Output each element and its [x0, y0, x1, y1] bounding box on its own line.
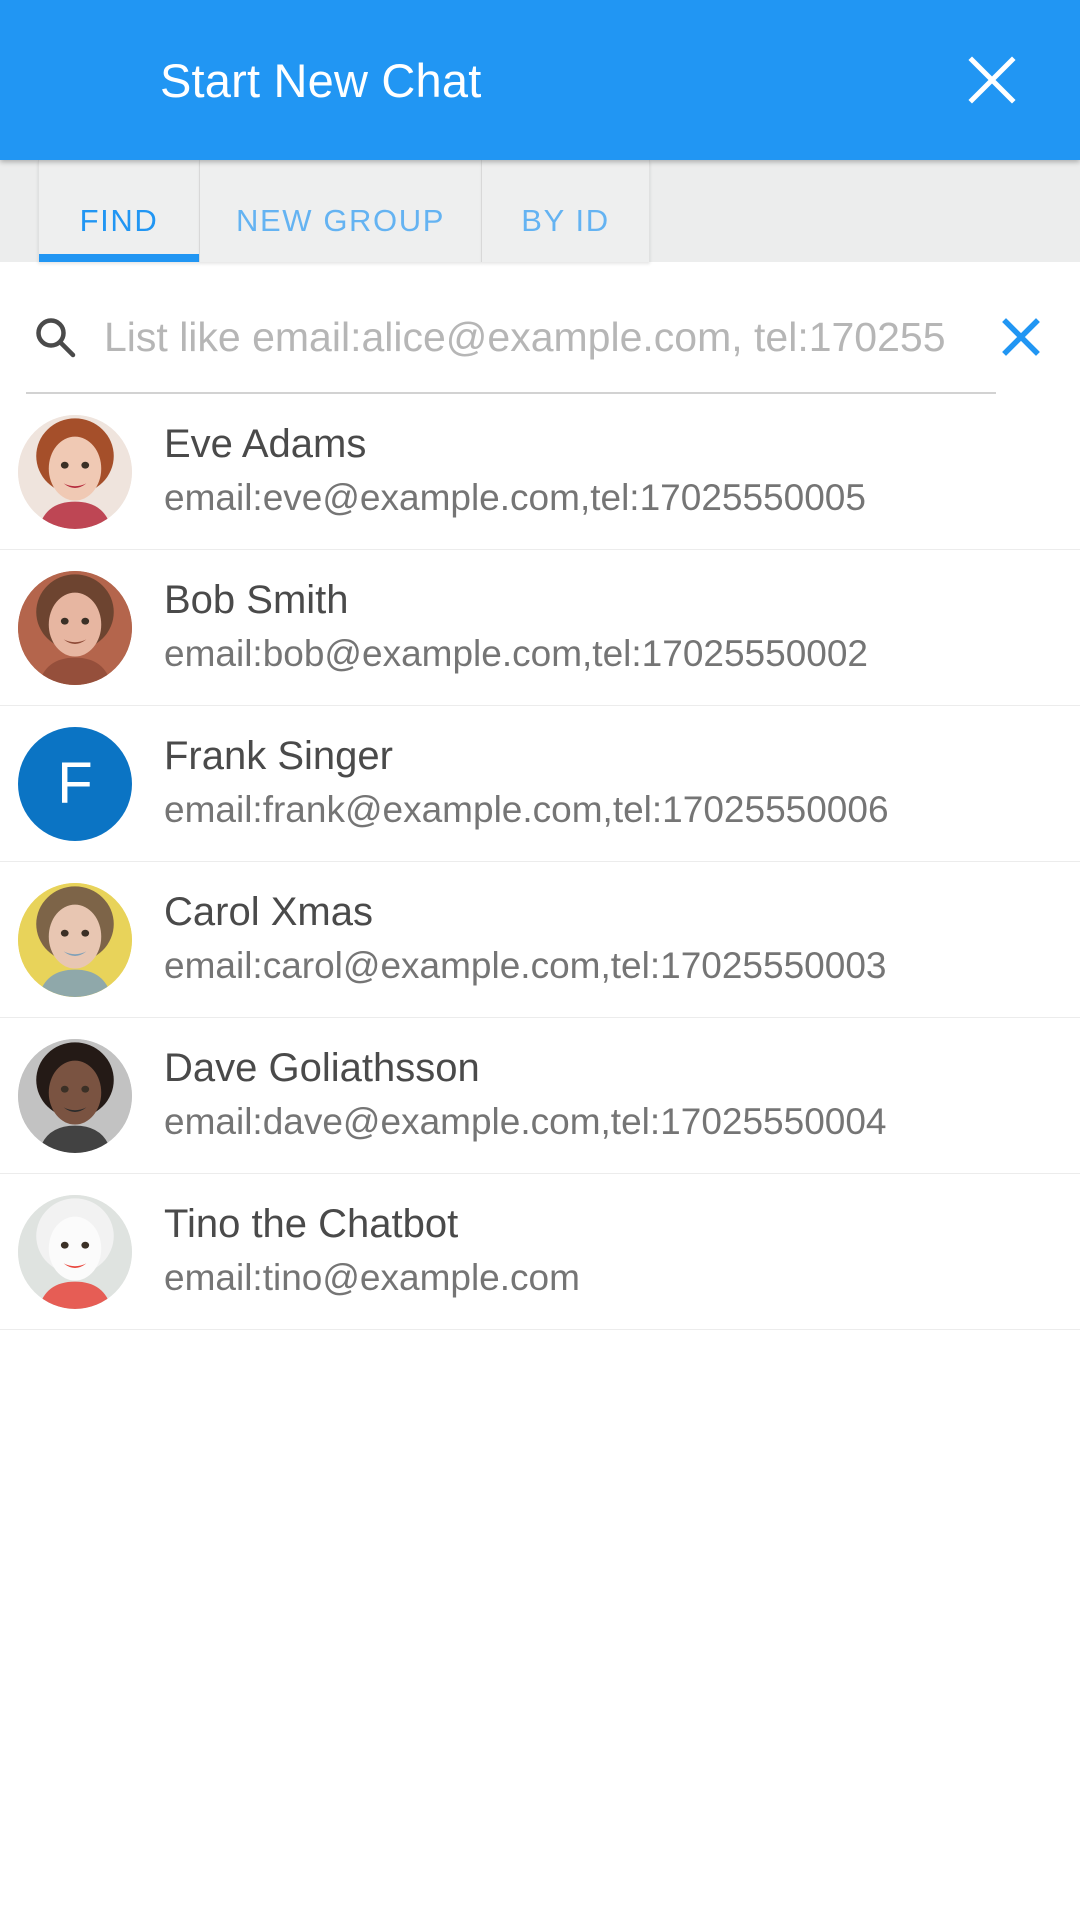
contact-list-item[interactable]: F Frank Singer email:frank@example.com,tel… — [0, 706, 1080, 862]
contact-name: Dave Goliathsson — [164, 1046, 480, 1091]
contact-detail: email:dave@example.com,tel:17025550004 — [164, 1100, 887, 1142]
clear-search-icon[interactable] — [988, 304, 1054, 370]
contact-list-item[interactable]: Eve Adams email:eve@example.com,tel:17025… — [0, 394, 1080, 550]
contact-results-list: Eve Adams email:eve@example.com,tel:17025… — [0, 394, 1080, 1920]
avatar — [18, 882, 132, 997]
avatar — [18, 570, 132, 685]
start-new-chat-dialog: Start New Chat FIND NEW GROUP BY ID List… — [0, 0, 1080, 1920]
avatar: F — [18, 726, 132, 841]
search-input[interactable] — [86, 313, 988, 361]
contact-name: Carol Xmas — [164, 890, 373, 935]
contact-detail: email:frank@example.com,tel:17025550006 — [164, 788, 889, 830]
search-row — [0, 292, 1080, 382]
tab-active-indicator — [39, 254, 199, 262]
close-icon[interactable] — [950, 38, 1034, 122]
contact-detail: email:eve@example.com,tel:17025550005 — [164, 476, 866, 518]
contact-name: Frank Singer — [164, 734, 393, 779]
contact-list-item[interactable]: Bob Smith email:bob@example.com,tel:17025… — [0, 550, 1080, 706]
avatar — [18, 1038, 132, 1153]
avatar — [18, 414, 132, 529]
tab-bar-filler — [650, 160, 1080, 262]
contact-text: Bob Smith email:bob@example.com,tel:17025… — [132, 577, 1060, 677]
avatar-photo — [18, 1038, 132, 1153]
avatar-photo — [18, 414, 132, 529]
avatar — [18, 1194, 132, 1309]
contact-detail: email:tino@example.com — [164, 1256, 580, 1298]
tab-by-id[interactable]: BY ID — [482, 160, 650, 262]
tab-new-group-label: NEW GROUP — [235, 203, 445, 238]
tab-new-group[interactable]: NEW GROUP — [200, 160, 482, 262]
contact-text: Eve Adams email:eve@example.com,tel:17025… — [132, 421, 1060, 521]
avatar-photo — [18, 882, 132, 997]
tab-bar: FIND NEW GROUP BY ID — [0, 160, 1080, 262]
tab-find[interactable]: FIND — [38, 160, 200, 262]
contact-list-item[interactable]: Tino the Chatbot email:tino@example.com — [0, 1174, 1080, 1330]
contact-detail: email:carol@example.com,tel:17025550003 — [164, 944, 887, 986]
search-area — [0, 262, 1080, 394]
contact-name: Tino the Chatbot — [164, 1202, 459, 1247]
contact-text: Carol Xmas email:carol@example.com,tel:17… — [132, 889, 1060, 989]
contact-text: Frank Singer email:frank@example.com,tel:… — [132, 733, 1060, 833]
contact-name: Bob Smith — [164, 578, 349, 623]
contact-list-item[interactable]: Dave Goliathsson email:dave@example.com,t… — [0, 1018, 1080, 1174]
search-icon — [24, 314, 86, 360]
contact-list-item[interactable]: Carol Xmas email:carol@example.com,tel:17… — [0, 862, 1080, 1018]
contact-name: Eve Adams — [164, 422, 367, 467]
contact-text: Tino the Chatbot email:tino@example.com — [132, 1201, 1060, 1301]
avatar-photo — [18, 1194, 132, 1309]
contact-detail: email:bob@example.com,tel:17025550002 — [164, 632, 869, 674]
contact-text: Dave Goliathsson email:dave@example.com,t… — [132, 1045, 1060, 1145]
tab-find-label: FIND — [79, 203, 159, 238]
avatar-initial: F — [57, 750, 93, 816]
avatar-photo — [18, 570, 132, 685]
tab-by-id-label: BY ID — [521, 203, 610, 238]
page-title: Start New Chat — [160, 53, 482, 107]
dialog-header: Start New Chat — [0, 0, 1080, 160]
